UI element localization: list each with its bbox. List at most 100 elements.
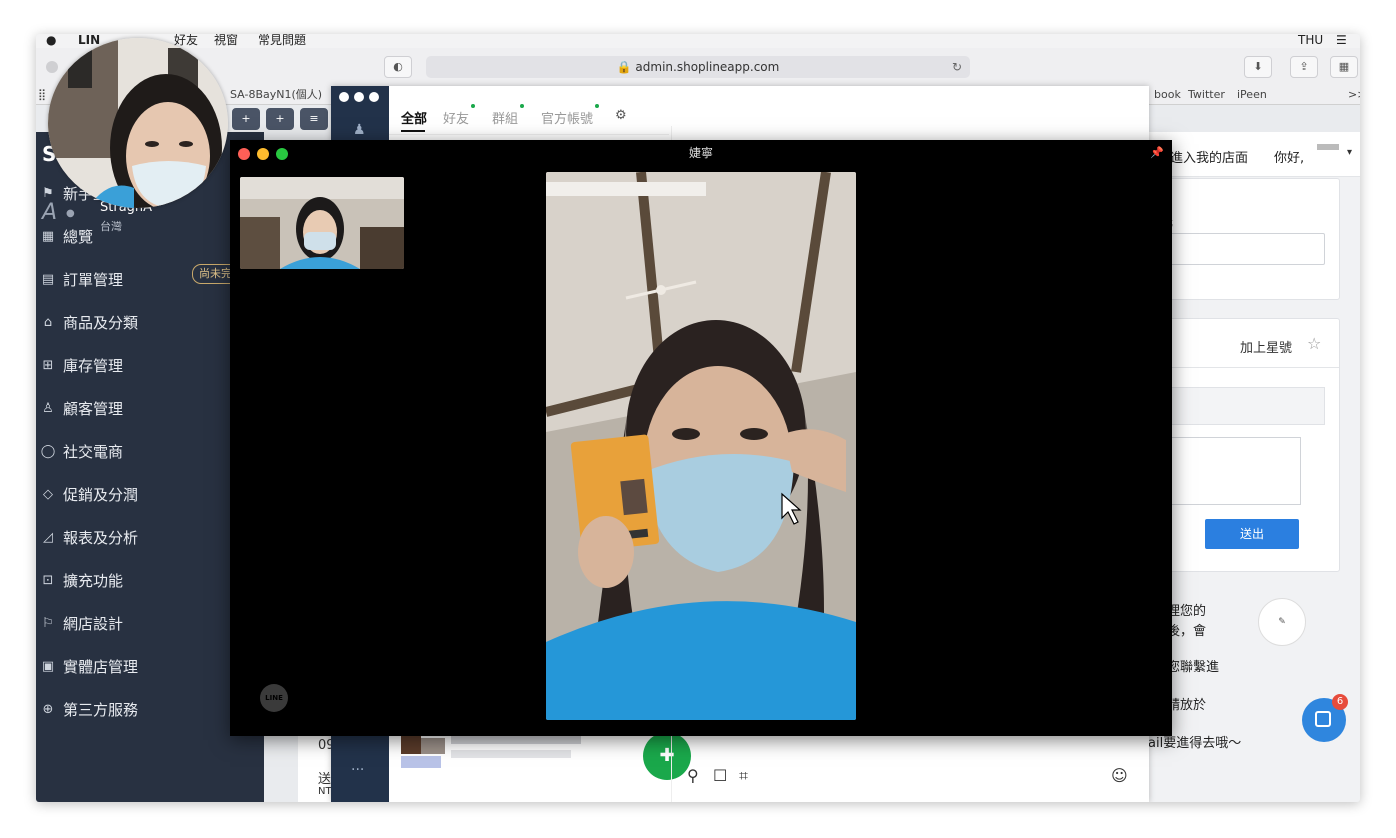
line-dot-1[interactable]: [339, 92, 349, 102]
enter-store-link[interactable]: 進入我的店面: [1170, 147, 1248, 166]
chat-input-bar: ⚲ ☐ ⌗ ☺: [683, 762, 1143, 796]
admin-header: 進入我的店面 你好, ▾: [1148, 132, 1360, 177]
chart-icon: ◿: [43, 530, 53, 545]
dashboard-icon: ▦: [41, 229, 55, 244]
friends-icon[interactable]: ♟: [353, 122, 366, 138]
menu-view[interactable]: 視窗: [214, 34, 238, 46]
sidebar-item-label: 總覽: [63, 228, 94, 246]
sheet-toolbar: + + ≡: [232, 108, 328, 130]
bookmarks-more[interactable]: >>: [1348, 86, 1360, 104]
user-icon: ♙: [42, 401, 54, 416]
tab-groups[interactable]: 群組: [492, 108, 518, 127]
message-preview-blur: [451, 750, 571, 758]
pin-icon[interactable]: 📌: [1150, 146, 1164, 159]
url-text: admin.shoplineapp.com: [635, 60, 780, 74]
sidebar-item-label: 促銷及分潤: [63, 486, 139, 504]
sidebar-item-label: 實體店管理: [63, 658, 139, 676]
call-contact-name: 婕寧: [688, 146, 713, 160]
add-icon[interactable]: +: [232, 108, 260, 130]
menu-list-icon[interactable]: ☰: [1336, 34, 1347, 46]
bookmark-twitter[interactable]: Twitter: [1188, 86, 1225, 104]
emoji-icon[interactable]: ☺: [1111, 766, 1128, 785]
line-dot-2[interactable]: [354, 92, 364, 102]
globe-icon: ⊕: [42, 702, 54, 717]
tab-account[interactable]: SA-8BayN1(個人): [230, 86, 322, 104]
signpost-icon: ⚑: [42, 186, 54, 201]
bookmark-book[interactable]: book: [1154, 86, 1181, 104]
greeting: 你好,: [1274, 151, 1305, 166]
chat-icon: ◯: [40, 444, 56, 459]
support-chat-button[interactable]: 6: [1302, 694, 1348, 742]
crop-icon[interactable]: ⌗: [739, 766, 748, 786]
add-row-icon[interactable]: +: [266, 108, 294, 130]
add-star-label[interactable]: 加上星號: [1240, 337, 1292, 356]
webcam-bubble: [48, 38, 228, 208]
tab-groups-dot: [520, 104, 524, 108]
url-bar[interactable]: 🔒 admin.shoplineapp.com ↻: [426, 56, 970, 78]
line-logo-icon: LINE: [260, 684, 288, 712]
sidebar-item-label: 網店設計: [63, 615, 124, 633]
remote-video[interactable]: [546, 172, 856, 720]
grid-icon[interactable]: ⣿: [38, 86, 46, 104]
chat-bubble-icon: [1315, 711, 1331, 727]
menu-app[interactable]: LIN: [78, 34, 100, 46]
sidebar-item-label: 擴充功能: [63, 572, 124, 590]
apple-logo-icon: ●: [66, 208, 75, 219]
filter-icon[interactable]: ⚙: [615, 108, 627, 123]
peek-text-2: 送: [318, 772, 332, 787]
order-icon: ▤: [41, 272, 55, 287]
message-header-box: [1149, 387, 1325, 425]
notice-line-5: ail要進得去哦～: [1148, 736, 1242, 751]
more-icon[interactable]: ···: [351, 762, 364, 778]
contact-avatar-3: [401, 756, 441, 768]
design-icon: ⚐: [42, 616, 54, 631]
bookmark-ipeen[interactable]: iPeen: [1237, 86, 1267, 104]
username-redacted: [1317, 144, 1339, 150]
contact-avatar-2: [421, 738, 445, 754]
list-icon[interactable]: ≡: [300, 108, 328, 130]
chat-list-item[interactable]: [401, 732, 591, 792]
line-tabs: 全部 好友 群組 官方帳號 ⚙: [389, 86, 669, 135]
brand-logo-icon: ✎: [1258, 598, 1306, 646]
menu-friends[interactable]: 好友: [174, 34, 198, 46]
lock-icon: 🔒: [616, 60, 632, 74]
webcam-frame: [48, 38, 228, 208]
tabs-overview-icon[interactable]: ▦: [1330, 56, 1358, 78]
tag-icon: ◇: [43, 487, 53, 502]
apps-icon: ⊡: [42, 573, 54, 588]
store-icon: ▣: [41, 659, 55, 674]
attach-icon[interactable]: ⚲: [687, 766, 699, 785]
chevron-down-icon[interactable]: ▾: [1347, 147, 1352, 158]
bookmark-icon[interactable]: ☐: [713, 766, 727, 785]
sidebar-item-label: 社交電商: [63, 443, 124, 461]
sidebar-item-label: 訂單管理: [63, 271, 124, 289]
apple-icon[interactable]: ●: [46, 34, 56, 46]
download-icon[interactable]: ⬇: [1244, 56, 1272, 78]
admin-content: 進入我的店面 你好, ▾ 字元 加上星號 ☆ 送出 處理您的 成後，會 與您聯繫…: [1138, 132, 1360, 802]
reload-icon[interactable]: ↻: [952, 56, 962, 78]
remote-video-frame: [546, 172, 856, 720]
tab-official[interactable]: 官方帳號: [541, 108, 593, 127]
bag-icon: ⌂: [43, 315, 53, 330]
star-icon[interactable]: ☆: [1307, 334, 1321, 353]
send-button[interactable]: 送出: [1205, 519, 1299, 549]
tab-friends[interactable]: 好友: [443, 108, 469, 127]
shield-icon[interactable]: ◐: [384, 56, 412, 78]
video-call-window: 婕寧 📌 LINE: [230, 140, 1172, 736]
char-input[interactable]: [1149, 233, 1325, 265]
menubar-clock: THU: [1298, 34, 1324, 47]
tab-all[interactable]: 全部: [401, 108, 427, 127]
self-video-preview[interactable]: [240, 177, 404, 269]
menu-faq[interactable]: 常見問題: [258, 34, 306, 46]
sidebar-item-label: 第三方服務: [63, 701, 139, 719]
tab-friends-dot: [471, 104, 475, 108]
sidebar-item-label: 商品及分類: [63, 314, 139, 332]
self-video-frame: [240, 177, 404, 269]
screen: ● LIN 好友 視窗 常見問題 THU ☰ ◐ 🔒 admin.shoplin…: [36, 34, 1360, 802]
sidebar-item-label: 報表及分析: [63, 529, 139, 547]
share-icon[interactable]: ⇪: [1290, 56, 1318, 78]
chat-badge-count: 6: [1332, 694, 1348, 710]
peek-text-3: NT: [318, 786, 332, 797]
line-dot-3[interactable]: [369, 92, 379, 102]
window-close-button[interactable]: [46, 61, 58, 73]
